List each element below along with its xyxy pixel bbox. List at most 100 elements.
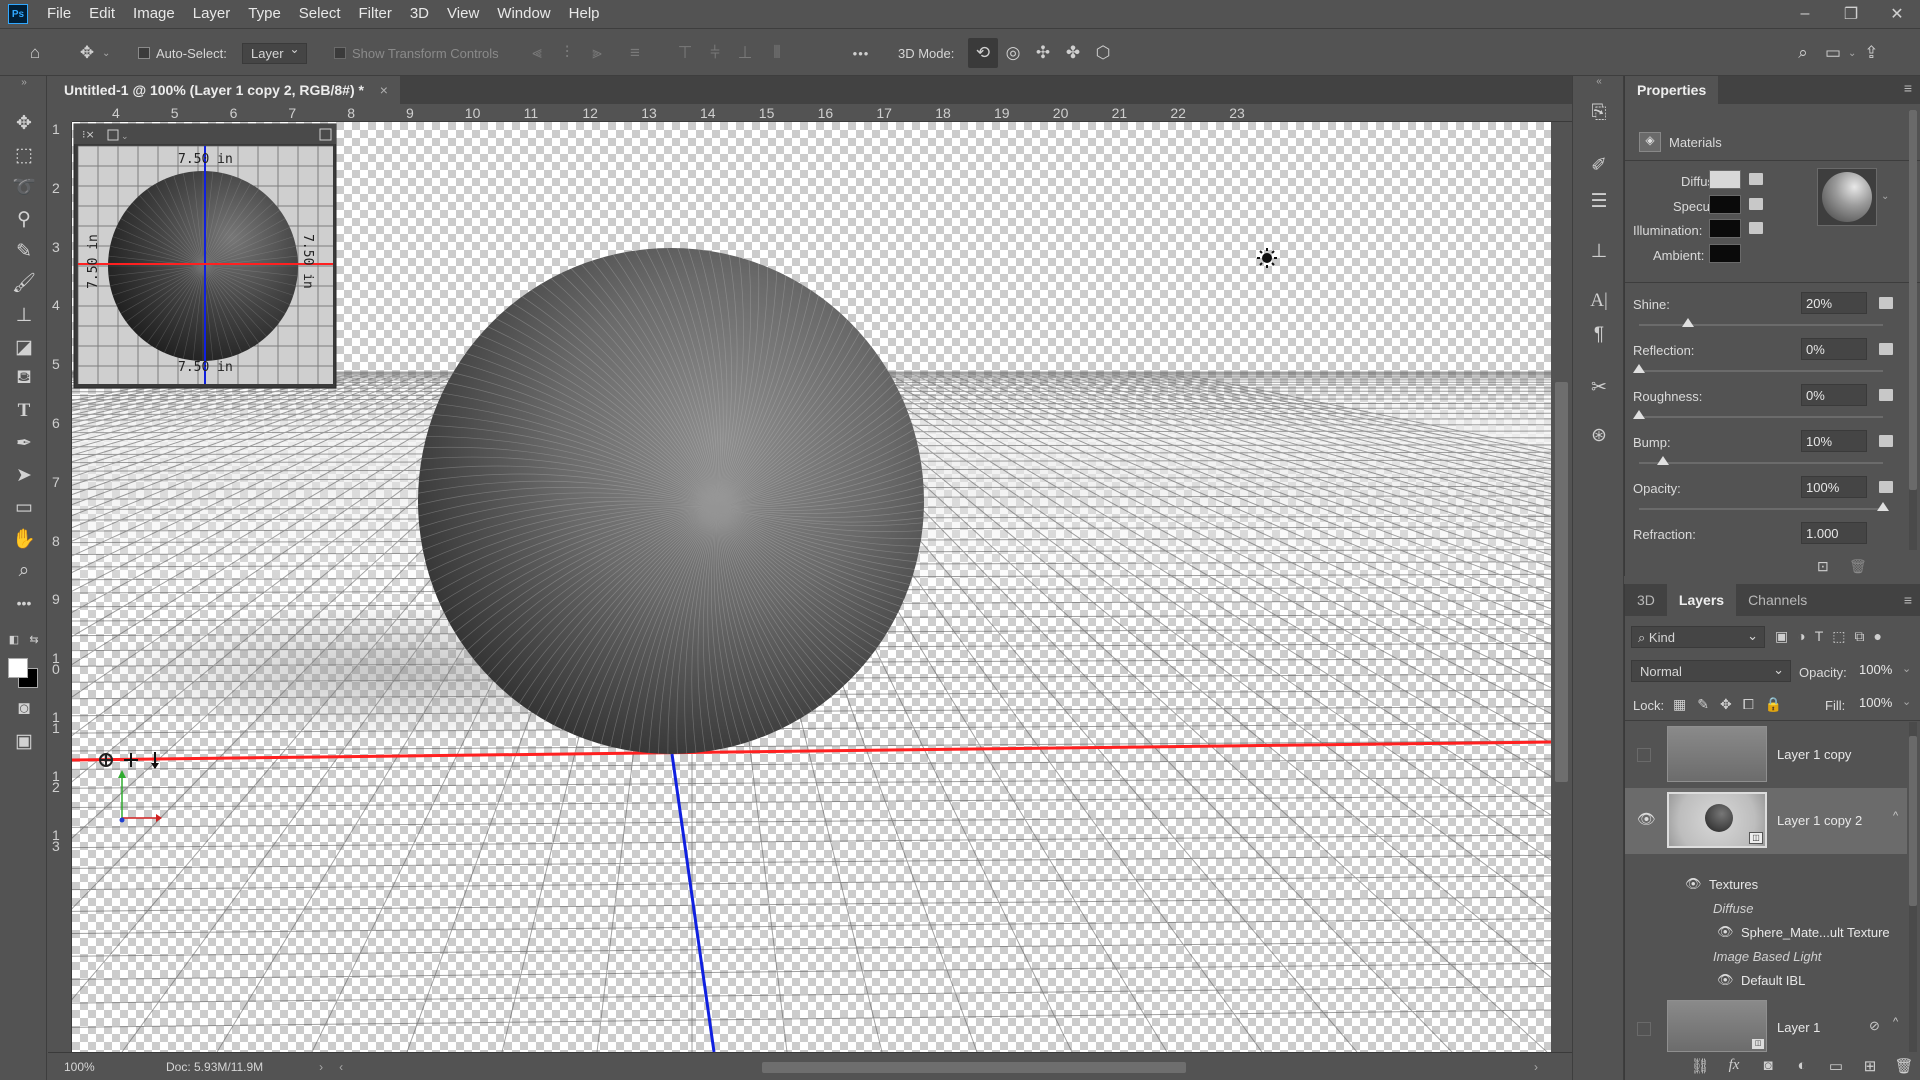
delete-material-icon[interactable]: 🗑 — [1849, 558, 1867, 575]
auto-select-dropdown[interactable]: Layer — [242, 42, 307, 64]
illumination-swatch[interactable] — [1709, 219, 1741, 238]
layer-row[interactable]: Layer 1 copy — [1625, 722, 1907, 788]
specular-swatch[interactable] — [1709, 195, 1741, 214]
menu-window[interactable]: Window — [488, 0, 559, 28]
tab-channels[interactable]: Channels — [1736, 584, 1820, 616]
roll-3d-icon[interactable]: ◎ — [998, 38, 1028, 68]
align-right-icon[interactable]: ⫸ — [582, 38, 612, 68]
lasso-tool-icon[interactable]: ➰ — [8, 172, 40, 202]
foreground-color-swatch[interactable] — [8, 658, 28, 678]
material-preview[interactable] — [1817, 168, 1877, 226]
menu-image[interactable]: Image — [124, 0, 184, 28]
roughness-folder-icon[interactable] — [1879, 389, 1893, 401]
drag-3d-icon[interactable]: ✣ — [1028, 38, 1058, 68]
distribute-vertical-icon[interactable]: ⦀ — [762, 38, 792, 68]
folder-icon[interactable]: ▭ — [1819, 1057, 1853, 1075]
stamp-tool-icon[interactable]: ⊥ — [8, 300, 40, 330]
link-icon[interactable]: ⛓ — [1683, 1057, 1717, 1075]
zoom-level[interactable]: 100% — [64, 1060, 134, 1074]
layer-opacity-value[interactable]: 100% — [1859, 662, 1892, 677]
auto-select-checkbox[interactable] — [138, 47, 150, 59]
screen-mode-icon[interactable]: ▣ — [8, 726, 40, 756]
hand-tool-icon[interactable]: ✋ — [8, 524, 40, 554]
menu-edit[interactable]: Edit — [80, 0, 124, 28]
align-bottom-icon[interactable]: ⊥ — [730, 38, 760, 68]
adjustments-icon[interactable]: ☰ — [1584, 186, 1614, 216]
menu-type[interactable]: Type — [239, 0, 290, 28]
properties-scrollbar[interactable] — [1909, 110, 1917, 550]
home-icon[interactable]: ⌂ — [20, 38, 50, 68]
restore-button[interactable]: ❐ — [1828, 0, 1874, 28]
tab-3d[interactable]: 3D — [1625, 584, 1667, 616]
document-tab[interactable]: Untitled-1 @ 100% (Layer 1 copy 2, RGB/8… — [48, 76, 400, 104]
layer-row[interactable]: ◫ Layer 1 ⊘ ^ — [1625, 996, 1907, 1052]
light-sun-icon[interactable] — [1257, 248, 1277, 268]
collapse-strip-icon[interactable]: « — [1584, 74, 1614, 88]
workspace-chevron-icon[interactable]: ⌄ — [1848, 48, 1856, 59]
tools-x-icon[interactable]: ✂ — [1584, 372, 1614, 402]
adjustment-icon[interactable]: ◐ — [1785, 1057, 1819, 1074]
orbit-3d-icon[interactable]: ⟲ — [968, 38, 998, 68]
tool-preset-chevron-icon[interactable]: ⌄ — [102, 48, 110, 59]
marquee-tool-icon[interactable]: ⬚ — [8, 140, 40, 170]
filter-shape-icon[interactable]: ⬚ — [1832, 628, 1845, 645]
layer-name[interactable]: Layer 1 copy — [1777, 747, 1851, 762]
workspace-icon[interactable]: ▭ — [1818, 38, 1848, 68]
history-icon[interactable]: ⎘ — [1584, 98, 1614, 128]
roughness-slider[interactable] — [1633, 410, 1645, 419]
menu-select[interactable]: Select — [290, 0, 350, 28]
align-top-icon[interactable]: ⊤ — [670, 38, 700, 68]
lock-all-icon[interactable]: 🔒 — [1765, 696, 1782, 713]
properties-menu-icon[interactable]: ≡ — [1904, 80, 1912, 96]
texture-eye-icon[interactable]: 👁 — [1717, 924, 1734, 940]
scale-3d-icon[interactable]: ⬡ — [1088, 38, 1118, 68]
layers-menu-icon[interactable]: ≡ — [1904, 592, 1912, 608]
3d-scene[interactable]: ⁝× ⌄ — [72, 122, 1551, 1052]
bump-slider[interactable] — [1657, 456, 1669, 465]
lock-position-icon[interactable]: ✥ — [1720, 696, 1732, 713]
default-colors-icon[interactable]: ◧ — [4, 624, 24, 654]
share-icon[interactable]: ⇪ — [1856, 38, 1886, 68]
collapse-layer-icon[interactable]: ^ — [1893, 810, 1898, 822]
trash-icon[interactable]: 🗑 — [1887, 1057, 1920, 1075]
layer-thumbnail[interactable]: ◫ — [1667, 1000, 1767, 1052]
close-window-button[interactable]: ✕ — [1874, 0, 1920, 28]
vertical-scrollbar[interactable] — [1551, 122, 1572, 1052]
distribute-icon[interactable]: ≡ — [620, 38, 650, 68]
slide-3d-icon[interactable]: ✤ — [1058, 38, 1088, 68]
ibl-eye-icon[interactable]: 👁 — [1717, 972, 1734, 988]
diffuse-swatch[interactable] — [1709, 170, 1741, 189]
tab-properties[interactable]: Properties — [1625, 76, 1719, 104]
doc-size-info[interactable]: Doc: 5.93M/11.9M — [166, 1060, 263, 1074]
expand-layer-icon[interactable]: ^ — [1893, 1016, 1898, 1028]
paint-bucket-tool-icon[interactable]: ⛾ — [8, 364, 40, 394]
reflection-slider[interactable] — [1633, 364, 1645, 373]
texture-name[interactable]: Sphere_Mate...ult Texture — [1741, 925, 1890, 940]
ibl-name[interactable]: Default IBL — [1741, 973, 1805, 988]
rectangle-tool-icon[interactable]: ▭ — [8, 492, 40, 522]
move-tool-icon[interactable]: ✥ — [72, 38, 102, 68]
diffuse-texture-icon[interactable] — [1749, 173, 1763, 185]
layer-style-icon[interactable]: ⊘ — [1869, 1018, 1880, 1034]
mask-icon[interactable]: ◙ — [1751, 1057, 1785, 1074]
swap-colors-icon[interactable]: ⇆ — [24, 624, 44, 654]
align-left-icon[interactable]: ⫷ — [522, 38, 552, 68]
scroll-left-icon[interactable]: ‹ — [339, 1060, 343, 1074]
quick-select-tool-icon[interactable]: ⚲ — [8, 204, 40, 234]
refraction-input[interactable]: 1.000 — [1801, 522, 1867, 544]
diffuse-sub-label[interactable]: Diffuse — [1713, 901, 1753, 916]
filter-smart-object-icon[interactable]: ⧉ — [1855, 628, 1865, 645]
opacity-input[interactable]: 100% — [1801, 476, 1867, 498]
fill-chevron-icon[interactable]: ⌄ — [1902, 695, 1911, 708]
clone-source-icon[interactable]: ⊥ — [1584, 236, 1614, 266]
material-picker-chevron-icon[interactable]: ⌄ — [1881, 191, 1889, 202]
filter-type-icon[interactable]: T — [1815, 628, 1824, 645]
collapse-toolbar-icon[interactable]: » — [8, 76, 40, 88]
shine-folder-icon[interactable] — [1879, 297, 1893, 309]
layer-thumbnail[interactable]: ◫ — [1667, 792, 1767, 848]
new-layer-icon[interactable]: ⊞ — [1853, 1057, 1887, 1075]
filter-pixel-icon[interactable]: ▣ — [1775, 628, 1788, 645]
menu-3d[interactable]: 3D — [401, 0, 438, 28]
paragraph-icon[interactable]: ¶ — [1584, 320, 1614, 350]
vertical-scroll-thumb[interactable] — [1555, 382, 1568, 782]
